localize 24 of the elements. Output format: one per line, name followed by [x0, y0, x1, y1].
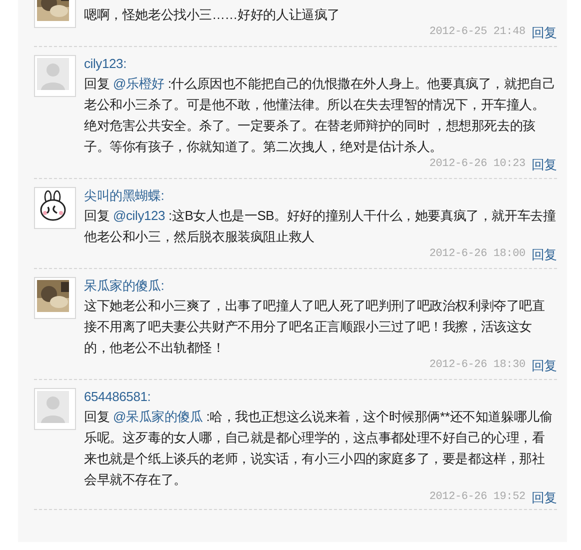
reply-link[interactable]: 回复: [531, 157, 557, 172]
mention-link[interactable]: @乐橙好: [113, 76, 164, 91]
timestamp: 2012-6-26 18:00: [429, 247, 526, 262]
user-name[interactable]: 654486581:: [84, 388, 557, 406]
timestamp: 2012-6-26 10:23: [429, 157, 526, 172]
timestamp: 2012-6-26 19:52: [429, 490, 526, 505]
comment-text: 回复 @呆瓜家的傻瓜 :哈，我也正想这么说来着，这个时候那俩**还不知道躲哪儿偷乐呢。这歹毒的女人哪，自己就是都心理学的，这点事都处理不好自己的心理，看来也就是个纸上谈兵的老师，说实话，有小三小四的家庭多了，要是都这样，那社会早就不存在了。: [84, 408, 554, 489]
reply-link[interactable]: 回复: [531, 25, 557, 40]
timestamp: 2012-6-26 18:30: [429, 358, 526, 373]
user-name[interactable]: 呆瓜家的傻瓜:: [84, 277, 557, 295]
user-name[interactable]: 尖叫的黑蝴蝶:: [84, 187, 557, 205]
comment-text: 回复 @cily123 :这B女人也是一SB。好好的撞别人干什么，她要真疯了，就开车去撞他老公和小三，然后脱衣服装疯阻止救人: [84, 207, 557, 246]
comment-text: 这下她老公和小三爽了，出事了吧撞人了吧人死了吧判刑了吧政治权利剥夺了吧直接不用离了吧夫妻公共财产不用分了吧名正言顺跟小三过了吧！我擦，活该这女的，他老公不出轨都怪！: [84, 297, 546, 357]
comment-text: 回复 @乐橙好 :什么原因也不能把自己的仇恨撒在外人身上。他要真疯了，就把自己老公和小三杀了。可是他不敢，他懂法律。所以在失去理智的情况下，开车撞人。绝对危害公共安全。杀了。一定要杀了。在替老师辩护的同时 ，想想那死去的孩子。等你有孩子，你就知道了。第二次拽人，绝对是估计杀人。: [84, 75, 556, 156]
mention-link[interactable]: @呆瓜家的傻瓜: [113, 409, 203, 424]
reply-link[interactable]: 回复: [531, 490, 557, 505]
user-name[interactable]: cily123:: [84, 55, 557, 73]
timestamp: 2012-6-25 21:48: [429, 25, 526, 40]
reply-link[interactable]: 回复: [531, 358, 557, 373]
default-avatar-icon: [37, 58, 69, 90]
default-avatar-icon: [37, 391, 69, 423]
mention-link[interactable]: @cily123: [113, 208, 166, 223]
comment-text: 嗯啊，怪她老公找小三……好好的人让逼疯了: [84, 6, 342, 24]
reply-link[interactable]: 回复: [531, 247, 557, 262]
